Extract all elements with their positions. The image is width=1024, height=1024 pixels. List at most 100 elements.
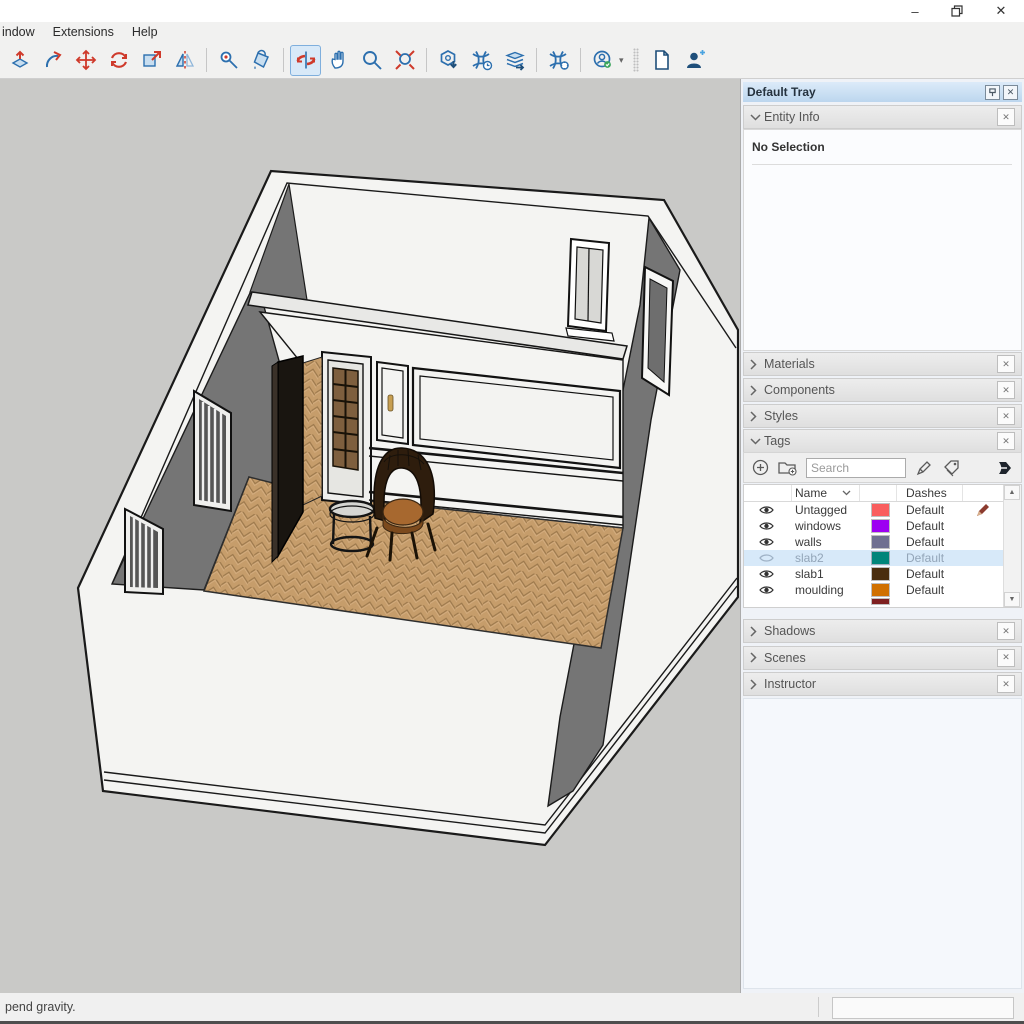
eye-hidden-icon[interactable]: [758, 550, 774, 566]
tray-title-bar[interactable]: Default Tray ✕: [743, 82, 1022, 102]
tag-row-slab1[interactable]: slab1 Default: [744, 566, 1004, 582]
section-scenes[interactable]: Scenes✕: [743, 646, 1022, 670]
tag-dashes[interactable]: Default: [906, 583, 944, 597]
tray-close-icon[interactable]: ✕: [1003, 85, 1018, 100]
close-icon[interactable]: ✕: [997, 108, 1015, 126]
tag-dashes[interactable]: Default: [906, 519, 944, 533]
extension-layers-icon[interactable]: [499, 45, 530, 76]
section-label: Materials: [764, 357, 997, 371]
section-materials[interactable]: Materials✕: [743, 352, 1022, 376]
section-styles[interactable]: Styles✕: [743, 404, 1022, 428]
tag-name[interactable]: windows: [795, 519, 841, 533]
tag-color-swatch[interactable]: [872, 568, 889, 580]
minimize-button[interactable]: –: [898, 0, 932, 22]
tag-color-swatch[interactable]: [872, 552, 889, 564]
tag-row-walls[interactable]: walls Default: [744, 534, 1004, 550]
close-icon[interactable]: ✕: [997, 675, 1015, 693]
no-selection-text: No Selection: [752, 140, 825, 154]
section-tags[interactable]: Tags ✕: [743, 429, 1022, 453]
zoom-extents-tool-icon[interactable]: [389, 45, 420, 76]
tag-color-swatch[interactable]: [872, 504, 889, 516]
section-shadows[interactable]: Shadows✕: [743, 619, 1022, 643]
menu-bar: indowExtensionsHelp: [0, 22, 1024, 42]
extension-download-icon[interactable]: [433, 45, 464, 76]
tag-dashes[interactable]: Default: [906, 567, 944, 581]
sort-chevron-icon[interactable]: [842, 490, 851, 496]
tape-measure-tool-icon[interactable]: [213, 45, 244, 76]
tag-name[interactable]: slab1: [795, 567, 824, 581]
scroll-up-icon[interactable]: ▲: [1004, 485, 1020, 500]
eye-visible-icon[interactable]: [758, 566, 774, 582]
add-collaborator-icon[interactable]: [680, 45, 711, 76]
tags-table-scrollbar[interactable]: ▲ ▼: [1003, 485, 1021, 607]
measurements-input[interactable]: [832, 997, 1014, 1019]
chevron-down-icon: [750, 438, 764, 445]
pan-tool-icon[interactable]: [323, 45, 354, 76]
tag-row-moulding[interactable]: moulding Default: [744, 582, 1004, 598]
tag-color-swatch[interactable]: [872, 584, 889, 596]
column-header-name[interactable]: Name: [795, 486, 827, 500]
section-instructor[interactable]: Instructor✕: [743, 672, 1022, 696]
extension-settings-icon[interactable]: [543, 45, 574, 76]
tag-icon[interactable]: [942, 458, 962, 478]
account-button-icon[interactable]: [587, 45, 618, 76]
pencil-icon[interactable]: [914, 458, 934, 478]
close-icon[interactable]: ✕: [997, 432, 1015, 450]
orbit-tool-icon[interactable]: [290, 45, 321, 76]
toolbar-separator: [580, 48, 581, 72]
filter-dark-icon[interactable]: [995, 458, 1015, 478]
pin-icon[interactable]: [985, 85, 1000, 100]
close-icon[interactable]: ✕: [997, 622, 1015, 640]
tag-name[interactable]: Untagged: [795, 503, 847, 517]
add-tag-icon[interactable]: [750, 458, 770, 478]
menu-item-indow[interactable]: indow: [0, 22, 44, 42]
close-icon[interactable]: ✕: [997, 381, 1015, 399]
tag-dashes[interactable]: Default: [906, 503, 944, 517]
toolbar-grip[interactable]: [633, 48, 639, 72]
tags-table: Name Dashes Untagged Default windows Defaul…: [743, 484, 1022, 608]
scroll-down-icon[interactable]: ▼: [1004, 592, 1020, 607]
eye-visible-icon[interactable]: [758, 502, 774, 518]
tag-row-untagged[interactable]: Untagged Default: [744, 502, 1004, 518]
section-entity-info[interactable]: Entity Info ✕: [743, 105, 1022, 129]
chevron-down-icon: [750, 114, 764, 121]
search-input[interactable]: [806, 458, 906, 478]
close-icon[interactable]: ✕: [997, 407, 1015, 425]
zoom-tool-icon[interactable]: [356, 45, 387, 76]
mirror-tool-icon[interactable]: [169, 45, 200, 76]
tags-table-header[interactable]: Name Dashes: [744, 485, 1004, 502]
tag-name[interactable]: moulding: [795, 583, 844, 597]
add-tag-folder-icon[interactable]: [778, 458, 798, 478]
tag-name[interactable]: walls: [795, 535, 822, 549]
tag-color-swatch[interactable]: [872, 520, 889, 532]
tags-toolbar: [743, 452, 1022, 483]
tag-dashes[interactable]: Default: [906, 535, 944, 549]
extension-history-icon[interactable]: [466, 45, 497, 76]
tag-name[interactable]: slab2: [795, 551, 824, 565]
viewport-3d-scene[interactable]: [0, 79, 739, 993]
eye-visible-icon[interactable]: [758, 518, 774, 534]
tag-row-slab2[interactable]: slab2 Default: [744, 550, 1004, 566]
tag-row-windows[interactable]: windows Default: [744, 518, 1004, 534]
menu-item-extensions[interactable]: Extensions: [44, 22, 123, 42]
close-icon[interactable]: ✕: [997, 649, 1015, 667]
tag-color-swatch[interactable]: [872, 536, 889, 548]
paint-bucket-tool-icon[interactable]: [246, 45, 277, 76]
close-icon[interactable]: ✕: [997, 355, 1015, 373]
close-button[interactable]: ✕: [984, 0, 1018, 22]
rotate-tool-icon[interactable]: [103, 45, 134, 76]
tag-dashes[interactable]: Default: [906, 551, 944, 565]
new-file-icon[interactable]: [647, 45, 678, 76]
eye-visible-icon[interactable]: [758, 534, 774, 550]
section-components[interactable]: Components✕: [743, 378, 1022, 402]
column-header-dashes[interactable]: Dashes: [906, 486, 947, 500]
move-tool-icon[interactable]: [70, 45, 101, 76]
eye-visible-icon[interactable]: [758, 582, 774, 598]
section-label: Scenes: [764, 651, 997, 665]
push-pull-tool-icon[interactable]: [4, 45, 35, 76]
dropdown-caret-icon[interactable]: ▾: [619, 55, 624, 66]
follow-me-tool-icon[interactable]: [37, 45, 68, 76]
restore-button[interactable]: [940, 0, 974, 22]
menu-item-help[interactable]: Help: [123, 22, 167, 42]
scale-tool-icon[interactable]: [136, 45, 167, 76]
